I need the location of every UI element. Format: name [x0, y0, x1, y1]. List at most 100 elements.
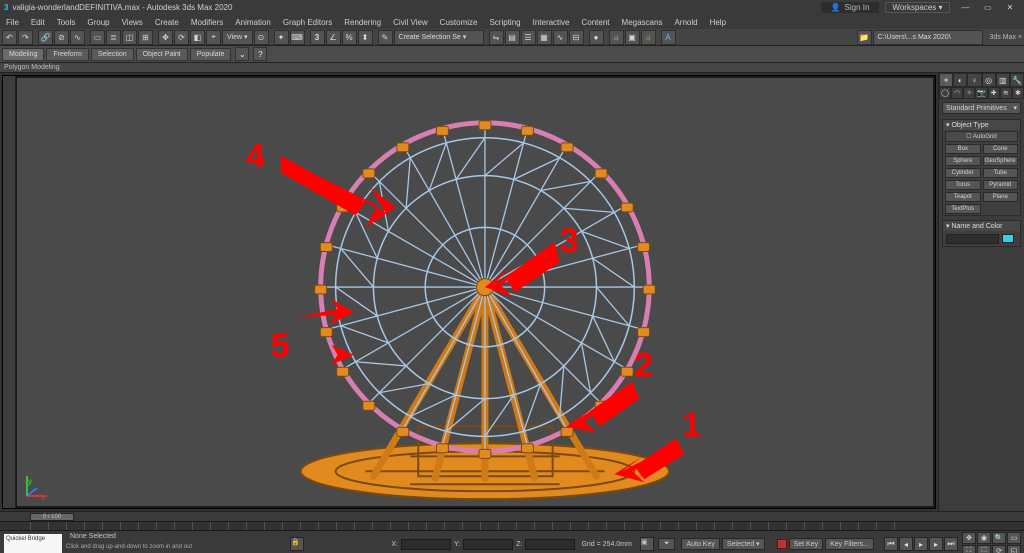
mirror-button[interactable]: ⇋ — [489, 30, 504, 45]
project-path-field[interactable]: C:\Users\...s Max 2020\ — [873, 30, 983, 45]
subtab-lights-icon[interactable]: ✧ — [963, 87, 975, 99]
subtab-spacewarps-icon[interactable]: ≋ — [1000, 87, 1012, 99]
menu-rendering[interactable]: Rendering — [338, 18, 387, 27]
select-object-button[interactable]: ▭ — [90, 30, 105, 45]
perspective-viewport[interactable]: 4 3 5 2 1 — [17, 78, 933, 506]
maximize-button[interactable]: ▭ — [978, 3, 998, 12]
select-manipulate-button[interactable]: ✦ — [274, 30, 289, 45]
nav-zoom-icon[interactable]: 🔍 — [992, 532, 1006, 544]
align-button[interactable]: ▤ — [505, 30, 520, 45]
create-box-button[interactable]: Box — [945, 144, 981, 154]
nav-zoom-all-icon[interactable]: ⛶ — [977, 545, 991, 553]
ribbon-tab-populate[interactable]: Populate — [190, 48, 232, 61]
menu-animation[interactable]: Animation — [229, 18, 277, 27]
sign-in-button[interactable]: 👤 Sign In — [821, 2, 880, 13]
subtab-helpers-icon[interactable]: ✚ — [988, 87, 1000, 99]
create-pyramid-button[interactable]: Pyramid — [983, 180, 1019, 190]
select-move-button[interactable]: ✥ — [158, 30, 173, 45]
tab-display-icon[interactable]: ▥ — [996, 73, 1010, 87]
ribbon-expand-icon[interactable]: ⌄ — [235, 47, 249, 61]
bind-spacewarp-button[interactable]: ∿ — [70, 30, 85, 45]
tab-create-icon[interactable]: ✶ — [939, 73, 953, 87]
unlink-button[interactable]: ⊘ — [54, 30, 69, 45]
goto-start-button[interactable]: ⏮ — [884, 537, 898, 551]
workspaces-dropdown[interactable]: Workspaces ▾ — [885, 2, 949, 13]
maxscript-mini-listener[interactable]: Quickel Bridge — [4, 534, 62, 553]
menu-civilview[interactable]: Civil View — [387, 18, 434, 27]
menu-interactive[interactable]: Interactive — [527, 18, 576, 27]
angle-snap-button[interactable]: ∠ — [326, 30, 341, 45]
create-plane-button[interactable]: Plane — [983, 192, 1019, 202]
nav-maximize-icon[interactable]: ◱ — [1007, 545, 1021, 553]
coord-z-input[interactable] — [525, 539, 575, 550]
create-torus-button[interactable]: Torus — [945, 180, 981, 190]
coord-y-input[interactable] — [463, 539, 513, 550]
menu-content[interactable]: Content — [576, 18, 616, 27]
render-production-button[interactable]: ☼ — [641, 30, 656, 45]
isolate-selection-icon[interactable]: ▣ — [640, 537, 654, 551]
create-cone-button[interactable]: Cone — [983, 144, 1019, 154]
named-selection-dropdown[interactable]: Create Selection Se ▾ — [394, 30, 484, 45]
window-crossing-button[interactable]: ⊞ — [138, 30, 153, 45]
selection-region-button[interactable]: ◫ — [122, 30, 137, 45]
subtab-systems-icon[interactable]: ✱ — [1012, 87, 1024, 99]
toggle-ribbon-button[interactable]: ▦ — [537, 30, 552, 45]
spinner-snap-button[interactable]: ⬍ — [358, 30, 373, 45]
select-place-button[interactable]: ⌖ — [206, 30, 221, 45]
create-textplus-button[interactable]: TextPlus — [945, 204, 981, 214]
nav-orbit-icon[interactable]: ⟳ — [992, 545, 1006, 553]
percent-snap-button[interactable]: % — [342, 30, 357, 45]
create-cylinder-button[interactable]: Cylinder — [945, 168, 981, 178]
auto-key-button[interactable]: Auto Key — [681, 538, 719, 550]
layer-explorer-button[interactable]: ☰ — [521, 30, 536, 45]
create-teapot-button[interactable]: Teapot — [945, 192, 981, 202]
play-button[interactable]: ▸ — [914, 537, 928, 551]
menu-create[interactable]: Create — [149, 18, 185, 27]
menu-help[interactable]: Help — [704, 18, 732, 27]
autogrid-checkbox[interactable]: ☐ AutoGrid — [945, 131, 1018, 142]
time-slider[interactable]: 0 / 100 — [0, 511, 1024, 521]
schematic-view-button[interactable]: ⊟ — [569, 30, 584, 45]
menu-file[interactable]: File — [0, 18, 25, 27]
menu-arnold[interactable]: Arnold — [668, 18, 703, 27]
tab-utilities-icon[interactable]: 🔧 — [1010, 73, 1024, 87]
menu-megascans[interactable]: Megascans — [616, 18, 669, 27]
ribbon-tab-modeling[interactable]: Modeling — [2, 48, 44, 61]
set-key-big-button[interactable] — [777, 539, 787, 549]
subtab-shapes-icon[interactable]: ◠ — [951, 87, 963, 99]
tab-modify-icon[interactable]: ◐ — [953, 73, 967, 87]
select-rotate-button[interactable]: ⟳ — [174, 30, 189, 45]
next-frame-button[interactable]: ▸ — [929, 537, 943, 551]
rollout-object-type-header[interactable]: ▾ Object Type — [943, 120, 1020, 130]
minimize-button[interactable]: ― — [956, 3, 976, 12]
prev-frame-button[interactable]: ◂ — [899, 537, 913, 551]
nav-zoom-extents-icon[interactable]: ⛶ — [962, 545, 976, 553]
selected-dropdown[interactable]: Selected ▾ — [722, 538, 765, 550]
undo-button[interactable]: ↶ — [2, 30, 17, 45]
menu-grapheditors[interactable]: Graph Editors — [277, 18, 338, 27]
goto-end-button[interactable]: ⏭ — [944, 537, 958, 551]
track-bar[interactable] — [0, 521, 1024, 530]
nav-walk-icon[interactable]: ◉ — [977, 532, 991, 544]
create-tube-button[interactable]: Tube — [983, 168, 1019, 178]
menu-group[interactable]: Group — [81, 18, 115, 27]
ribbon-help-icon[interactable]: ? — [253, 47, 267, 61]
keyboard-shortcut-button[interactable]: ⌨ — [290, 30, 305, 45]
link-button[interactable]: 🔗 — [38, 30, 53, 45]
ribbon-tab-freeform[interactable]: Freeform — [46, 48, 88, 61]
material-editor-button[interactable]: ● — [589, 30, 604, 45]
close-button[interactable]: ✕ — [1000, 3, 1020, 12]
subtab-cameras-icon[interactable]: 📷 — [975, 87, 987, 99]
selection-lock-icon[interactable]: 🔒 — [290, 537, 304, 551]
tab-motion-icon[interactable]: ◎ — [982, 73, 996, 87]
ribbon-tab-objectpaint[interactable]: Object Paint — [136, 48, 188, 61]
rollout-name-color-header[interactable]: ▾ Name and Color — [943, 221, 1020, 231]
viewport-side-toolbar[interactable] — [3, 76, 16, 508]
curve-editor-button[interactable]: ∿ — [553, 30, 568, 45]
project-folder-button[interactable]: 📁 — [857, 30, 872, 45]
render-setup-button[interactable]: ☼ — [609, 30, 624, 45]
coord-x-input[interactable] — [401, 539, 451, 550]
subtab-geometry-icon[interactable]: ◯ — [939, 87, 951, 99]
snap-toggle-button[interactable]: 3 — [310, 30, 325, 45]
ribbon-tab-selection[interactable]: Selection — [91, 48, 134, 61]
